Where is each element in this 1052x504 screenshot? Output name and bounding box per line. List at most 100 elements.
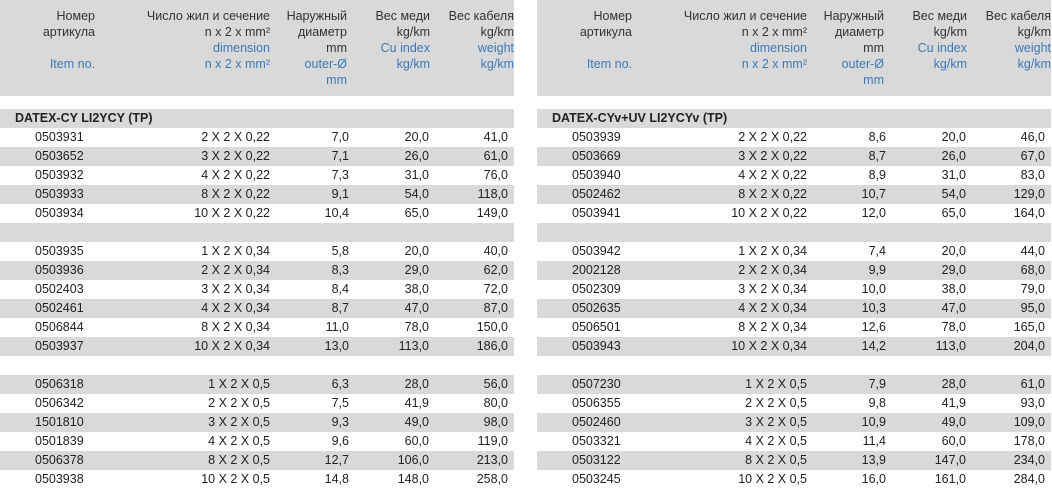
table-row: 0503245 10 X 2 X 0,5 16,0 161,0 284,0 bbox=[537, 470, 1051, 489]
weight-cell: 284,0 bbox=[1013, 472, 1045, 486]
dimension-cell: 3 X 2 X 0,22 bbox=[738, 149, 807, 163]
outer-diameter-cell: 7,1 bbox=[331, 149, 349, 163]
weight-header: Вес кабеля kg/km weight kg/km bbox=[973, 8, 1051, 72]
cu-index-cell: 20,0 bbox=[404, 130, 429, 144]
outer-diameter-cell: 6,3 bbox=[331, 377, 349, 391]
cu-index-cell: 60,0 bbox=[941, 434, 966, 448]
table-row: 0506378 8 X 2 X 0,5 12,7 106,0 213,0 bbox=[0, 451, 514, 470]
table-row: 0506501 8 X 2 X 0,34 12,6 78,0 165,0 bbox=[537, 318, 1051, 337]
weight-cell: 109,0 bbox=[1013, 415, 1045, 429]
header-text: Вес меди bbox=[912, 9, 967, 23]
header-text: Наружный bbox=[286, 9, 347, 23]
outer-diameter-cell: 10,9 bbox=[861, 415, 886, 429]
item-no-cell: 0503941 bbox=[572, 206, 621, 220]
weight-cell: 93,0 bbox=[1020, 396, 1045, 410]
cu-index-cell: 31,0 bbox=[404, 168, 429, 182]
header-text: kg/km bbox=[933, 25, 967, 39]
header-text: Наружный bbox=[823, 9, 884, 23]
weight-cell: 118,0 bbox=[477, 187, 508, 201]
separator-row bbox=[537, 223, 1051, 242]
cu-index-cell: 20,0 bbox=[941, 130, 966, 144]
item-no-cell: 0503939 bbox=[572, 130, 621, 144]
table-header: Номер артикула Item no. Число жил и сечени… bbox=[537, 0, 1051, 96]
dimension-cell: 2 X 2 X 0,34 bbox=[738, 263, 807, 277]
table-row: 1501810 3 X 2 X 0,5 9,3 49,0 98,0 bbox=[0, 413, 514, 432]
item-no-cell: 0503321 bbox=[572, 434, 621, 448]
dimension-cell: 8 X 2 X 0,22 bbox=[201, 187, 270, 201]
outer-diameter-cell: 14,8 bbox=[324, 472, 349, 486]
outer-diameter-cell: 7,4 bbox=[868, 244, 886, 258]
table-row: 0503935 1 X 2 X 0,34 5,8 20,0 40,0 bbox=[0, 242, 514, 261]
header-text: mm bbox=[863, 41, 884, 55]
dimension-cell: 8 X 2 X 0,5 bbox=[208, 453, 270, 467]
dimension-cell: 1 X 2 X 0,5 bbox=[745, 377, 807, 391]
table-row: 0502309 3 X 2 X 0,34 10,0 38,0 79,0 bbox=[537, 280, 1051, 299]
item-no-cell: 0503940 bbox=[572, 168, 621, 182]
table-row: 0503321 4 X 2 X 0,5 11,4 60,0 178,0 bbox=[537, 432, 1051, 451]
table-row: 2002128 2 X 2 X 0,34 9,9 29,0 68,0 bbox=[537, 261, 1051, 280]
dimension-cell: 4 X 2 X 0,22 bbox=[201, 168, 270, 182]
item-no-cell: 0503931 bbox=[35, 130, 84, 144]
header-spacer bbox=[537, 40, 632, 56]
dimension-cell: 10 X 2 X 0,34 bbox=[194, 339, 270, 353]
cu-index-cell: 31,0 bbox=[941, 168, 966, 182]
dimension-cell: 4 X 2 X 0,22 bbox=[738, 168, 807, 182]
header-text-en: kg/km bbox=[933, 57, 967, 71]
header-text-en: dimension bbox=[213, 41, 270, 55]
item-no-cell: 0506355 bbox=[572, 396, 621, 410]
item-no-cell: 0503122 bbox=[572, 453, 621, 467]
item-no-cell: 0506844 bbox=[35, 320, 84, 334]
header-text-en: Item no. bbox=[586, 57, 632, 71]
item-no-cell: 0506318 bbox=[35, 377, 84, 391]
item-no-cell: 0503932 bbox=[35, 168, 84, 182]
weight-cell: 83,0 bbox=[1020, 168, 1045, 182]
item-no-cell: 0503933 bbox=[35, 187, 84, 201]
outer-diameter-cell: 13,0 bbox=[324, 339, 349, 353]
cu-index-cell: 161,0 bbox=[934, 472, 966, 486]
weight-cell: 61,0 bbox=[483, 149, 508, 163]
header-text: kg/km bbox=[480, 25, 514, 39]
dimension-cell: 4 X 2 X 0,5 bbox=[208, 434, 270, 448]
header-text: kg/km bbox=[396, 25, 430, 39]
weight-cell: 61,0 bbox=[1020, 377, 1045, 391]
weight-cell: 234,0 bbox=[1013, 453, 1045, 467]
table-row: 0503943 10 X 2 X 0,34 14,2 113,0 204,0 bbox=[537, 337, 1051, 356]
outer-diameter-cell: 10,3 bbox=[861, 301, 886, 315]
header-text-en: weight bbox=[477, 41, 514, 55]
outer-diameter-cell: 11,0 bbox=[325, 320, 349, 334]
article-header: Номер артикула Item no. bbox=[537, 8, 632, 72]
cu-index-cell: 49,0 bbox=[941, 415, 966, 429]
cu-index-cell: 28,0 bbox=[941, 377, 966, 391]
cu-index-cell: 41,9 bbox=[404, 396, 429, 410]
left-table: Номер артикула Item no. Число жил и сечени… bbox=[0, 0, 514, 489]
table-row: 0506355 2 X 2 X 0,5 9,8 41,9 93,0 bbox=[537, 394, 1051, 413]
weight-cell: 44,0 bbox=[1020, 244, 1045, 258]
outer-diameter-cell: 7,5 bbox=[331, 396, 349, 410]
item-no-cell: 0502461 bbox=[35, 301, 84, 315]
table-row: 0503937 10 X 2 X 0,34 13,0 113,0 186,0 bbox=[0, 337, 514, 356]
header-text-en: Item no. bbox=[49, 57, 95, 71]
outer-diameter-cell: 8,6 bbox=[868, 130, 886, 144]
table-row: 0502635 4 X 2 X 0,34 10,3 47,0 95,0 bbox=[537, 299, 1051, 318]
weight-header: Вес кабеля kg/km weight kg/km bbox=[436, 8, 514, 72]
section-title: DATEX-CY LI2YCY (TP) bbox=[15, 111, 153, 125]
header-text-en: weight bbox=[1014, 41, 1051, 55]
item-no-cell: 0503245 bbox=[572, 472, 621, 486]
item-no-cell: 0502462 bbox=[572, 187, 621, 201]
item-no-cell: 0502403 bbox=[35, 282, 84, 296]
table-row: 0503934 10 X 2 X 0,22 10,4 65,0 149,0 bbox=[0, 204, 514, 223]
cu-index-cell: 78,0 bbox=[941, 320, 966, 334]
weight-cell: 149,0 bbox=[476, 206, 508, 220]
cu-index-cell: 49,0 bbox=[404, 415, 429, 429]
outer-diameter-cell: 7,3 bbox=[331, 168, 349, 182]
dimension-cell: 10 X 2 X 0,5 bbox=[738, 472, 807, 486]
weight-cell: 41,0 bbox=[483, 130, 508, 144]
item-no-cell: 0506342 bbox=[35, 396, 84, 410]
weight-cell: 62,0 bbox=[483, 263, 508, 277]
cu-index-cell: 26,0 bbox=[941, 149, 966, 163]
weight-cell: 164,0 bbox=[1013, 206, 1045, 220]
header-text: kg/km bbox=[1017, 25, 1051, 39]
weight-cell: 258,0 bbox=[476, 472, 508, 486]
dimension-cell: 1 X 2 X 0,5 bbox=[208, 377, 270, 391]
section-title-row: DATEX-CYv+UV LI2YCYv (TP) bbox=[537, 109, 1051, 128]
